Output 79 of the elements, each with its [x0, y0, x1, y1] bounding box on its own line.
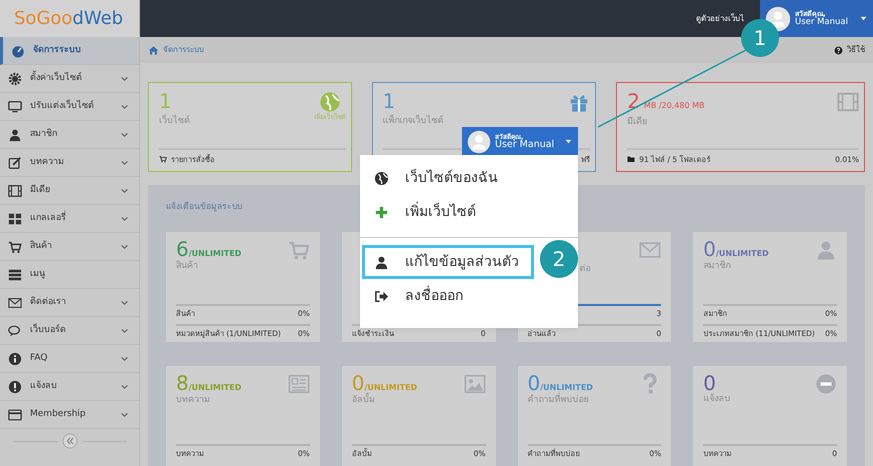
home-icon — [148, 44, 159, 56]
globe-icon — [374, 170, 389, 186]
count-value: 1 — [159, 91, 172, 111]
film-icon — [837, 91, 859, 113]
sidebar-item[interactable]: แจ้งลบ — [0, 373, 139, 401]
sidebar-item[interactable]: ติดต่อเรา — [0, 289, 139, 317]
dashboard-icon — [11, 44, 25, 58]
card-label: คำถามที่พบบ่อย — [528, 394, 590, 407]
gear-icon — [8, 72, 22, 86]
sidebar-item[interactable]: แกลเลอรี่ — [0, 205, 139, 233]
menu-item[interactable]: เพิ่มเว็บไซต์ — [360, 195, 578, 229]
sidebar-item[interactable]: สมาชิก — [0, 121, 139, 149]
minus-circle-icon — [815, 372, 837, 395]
limit-text: /UNLIMITED — [364, 382, 418, 392]
count-value: 6 — [176, 238, 189, 259]
avatar-icon — [467, 130, 491, 154]
preview-link[interactable]: ดูตัวอย่างเว็บไ — [696, 12, 744, 24]
grid-icon — [8, 212, 22, 226]
card-icon — [8, 408, 22, 422]
card-label: แพ็กเกจเว็บไซต์ — [382, 115, 444, 128]
monitor-icon — [8, 100, 22, 114]
count-value: 0 — [703, 372, 716, 393]
menu-item[interactable]: เว็บไซต์ของฉัน — [360, 161, 578, 195]
collapse-button[interactable] — [62, 433, 78, 449]
menu-item[interactable]: ลงชื่อออก — [360, 279, 578, 313]
sidebar-item[interactable]: ปรับแต่งเว็บไซต์ — [0, 93, 139, 121]
quota-text: MB /20,480 MB — [644, 100, 704, 112]
image-icon — [464, 372, 486, 395]
user-name: User Manual — [795, 18, 849, 26]
card-label: มีเดีย — [627, 116, 648, 129]
user-name: User Manual — [495, 140, 556, 150]
sidebar-item[interactable]: เว็บบอร์ด — [0, 317, 139, 345]
menu-item[interactable]: แก้ไขข้อมูลส่วนตัว — [362, 245, 534, 279]
help-link[interactable]: วิธีใช้ — [847, 44, 865, 56]
cart-icon — [8, 240, 22, 254]
limit-text: /UNLIMITED — [540, 382, 593, 392]
chat-icon — [8, 324, 22, 338]
help-icon — [834, 46, 843, 54]
caret-icon — [859, 14, 868, 23]
limit-text: /UNLIMITED — [188, 248, 242, 260]
cart-icon — [159, 155, 167, 164]
sidebar-item[interactable]: เมนู — [0, 261, 139, 289]
info-icon — [8, 352, 22, 366]
edit-icon — [8, 156, 22, 170]
card-label: อัลบั้ม — [352, 394, 376, 407]
card-label: สมาชิก — [703, 260, 732, 273]
folder-icon — [627, 155, 636, 164]
limit-text: /UNLIMITED — [716, 248, 769, 260]
user-icon — [374, 254, 389, 270]
card-label: สินค้า — [176, 260, 199, 273]
sidebar-item[interactable]: จัดการระบบ — [0, 37, 139, 65]
envelope-icon — [8, 296, 22, 310]
count-value: 0 — [352, 372, 364, 393]
limit-text: /UNLIMITED — [188, 382, 242, 394]
sidebar-item[interactable]: Membership — [0, 401, 139, 429]
plus-icon — [374, 204, 389, 220]
sidebar-item[interactable]: FAQ — [0, 345, 139, 373]
count-value: 0 — [703, 238, 716, 259]
panel-title: แจ้งเตือนข้อมูลระบบ — [166, 201, 242, 214]
count-value: 0 — [528, 372, 540, 393]
film-icon — [8, 184, 22, 198]
count-value: 8 — [176, 372, 189, 393]
user-icon — [8, 128, 22, 142]
card-label: บทความ — [176, 394, 211, 407]
alert-icon — [8, 380, 22, 394]
card-label: ต่อ — [580, 262, 590, 276]
sidebar-item[interactable]: ตั้งค่าเว็บไซต์ — [0, 65, 139, 93]
sidebar-item[interactable]: สินค้า — [0, 233, 139, 261]
card-label: แจ้งลบ — [703, 392, 730, 406]
list-icon — [8, 268, 22, 282]
sign-out-icon — [374, 288, 389, 304]
sidebar-item[interactable]: บทความ — [0, 149, 139, 177]
card-label: เว็บไซต์ — [159, 115, 190, 128]
caret-icon — [564, 137, 573, 146]
count-value: 1 — [382, 91, 396, 111]
user-icon — [815, 238, 837, 261]
newspaper-icon — [288, 372, 310, 395]
sidebar-item[interactable]: มีเดีย — [0, 177, 139, 205]
globe-icon — [319, 91, 342, 113]
